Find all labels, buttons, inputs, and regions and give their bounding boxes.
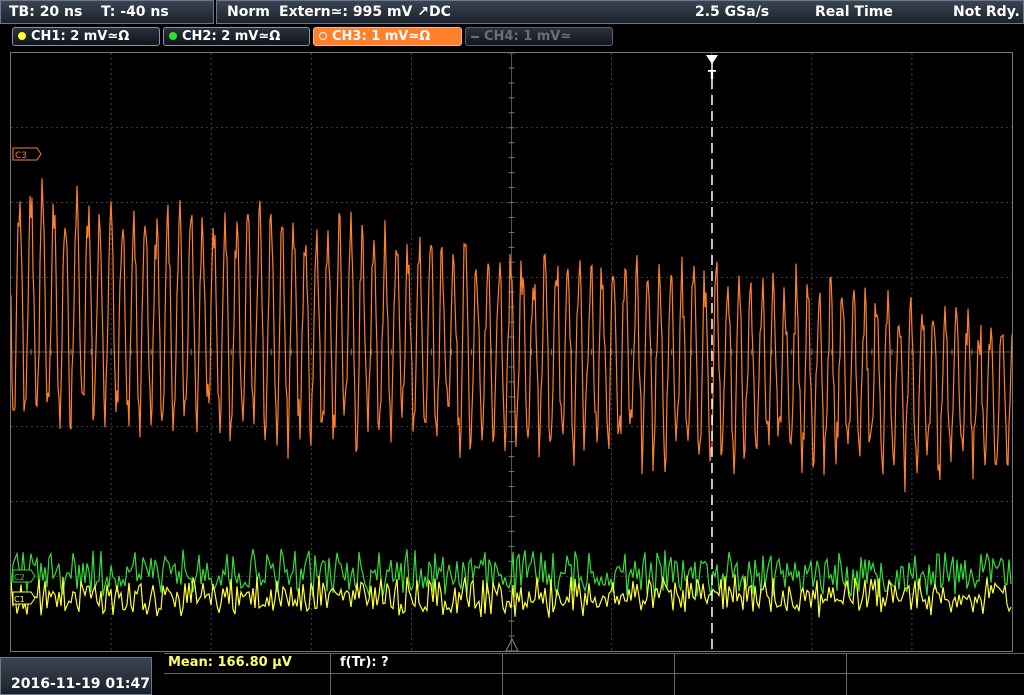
ch3-marker-label: C3 (15, 151, 27, 161)
ch1-marker-label: C1 (14, 595, 25, 604)
ch3-indicator-icon (319, 32, 327, 40)
timebase-value: TB: 20 ns (9, 4, 83, 20)
ch4-indicator-icon (471, 36, 479, 38)
channel-tab-ch3[interactable]: CH3: 1 mV≃Ω (313, 27, 462, 46)
frequency-measurement: f(Tr): ? (340, 655, 389, 670)
timebase-panel[interactable]: TB: 20 ns T: -40 ns (0, 0, 214, 24)
status-bar: TB: 20 ns T: -40 ns Norm Extern≃: 995 mV… (0, 0, 1024, 25)
ch2-marker-label: C2 (14, 573, 25, 582)
measurement-divider (164, 653, 1024, 654)
trigger-panel[interactable]: Norm Extern≃: 995 mV ↗DC 2.5 GSa/s Real … (216, 0, 1024, 24)
trigger-marker-icon[interactable]: T (706, 55, 718, 82)
ch3-label: CH3: 1 mV≃Ω (332, 29, 431, 44)
measurement-divider (330, 653, 331, 695)
waveform-display[interactable]: T C3 C2 C1 (10, 52, 1013, 652)
measurement-divider (164, 673, 1024, 674)
ch2-indicator-icon (169, 32, 177, 40)
datetime-panel: 2016-11-19 01:47 (0, 657, 152, 695)
measurement-divider (502, 653, 503, 695)
trigger-marker-label: T (708, 68, 717, 82)
acquisition-mode: Real Time (815, 4, 893, 20)
trigger-time-value: T: -40 ns (101, 4, 169, 20)
acquisition-status: Not Rdy. (953, 4, 1020, 20)
channel-bar: CH1: 2 mV≃Ω CH2: 2 mV≃Ω CH3: 1 mV≃Ω CH4:… (0, 26, 1024, 48)
ch2-offset-marker[interactable]: C2 (12, 569, 36, 583)
trigger-mode: Norm (227, 4, 270, 20)
measurement-divider (846, 653, 847, 695)
ch2-label: CH2: 2 mV≃Ω (182, 29, 281, 44)
sample-rate: 2.5 GSa/s (695, 4, 770, 20)
measurement-divider (674, 653, 675, 695)
ch3-offset-marker[interactable]: C3 (12, 147, 42, 161)
mean-measurement: Mean: 166.80 µV (168, 655, 292, 670)
datetime-value: 2016-11-19 01:47 (11, 676, 150, 692)
channel-tab-ch4[interactable]: CH4: 1 mV≃ (465, 27, 613, 46)
waveform-canvas: T C3 C2 C1 (11, 53, 1012, 651)
ch1-indicator-icon (18, 32, 26, 40)
measurement-panel[interactable]: Mean: 166.80 µV f(Tr): ? (164, 653, 1024, 695)
ch1-label: CH1: 2 mV≃Ω (31, 29, 130, 44)
channel-tab-ch1[interactable]: CH1: 2 mV≃Ω (12, 27, 160, 46)
channel-tab-ch2[interactable]: CH2: 2 mV≃Ω (163, 27, 310, 46)
ch1-offset-marker[interactable]: C1 (12, 591, 36, 605)
trigger-source: Extern≃: 995 mV ↗DC (279, 4, 451, 20)
ch4-label: CH4: 1 mV≃ (484, 29, 572, 44)
